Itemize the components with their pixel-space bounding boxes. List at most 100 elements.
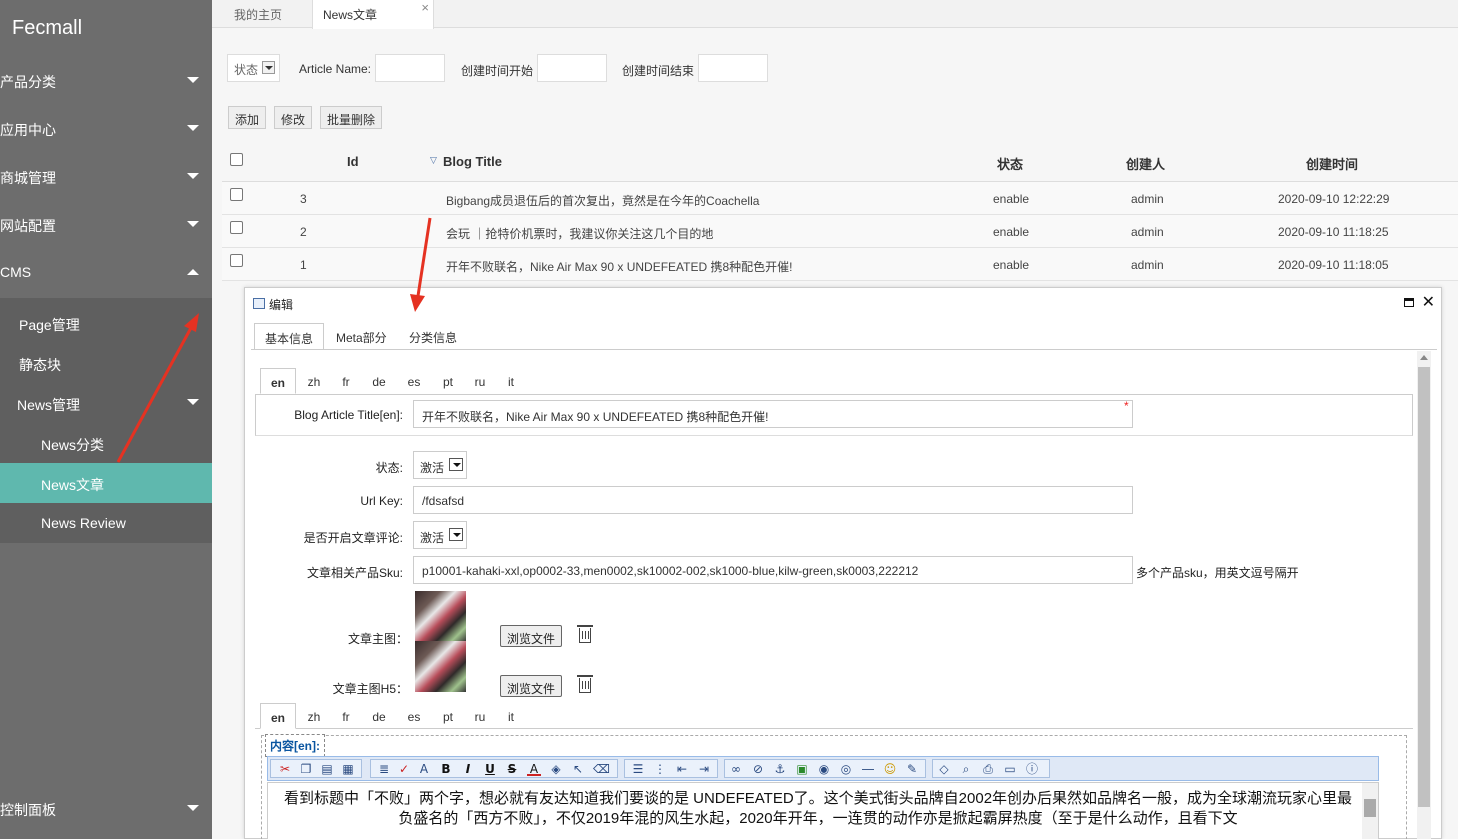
lang-tab-ru[interactable]: ru (468, 368, 492, 394)
created-start-input[interactable] (537, 54, 607, 82)
browse-file-h5-button[interactable]: 浏览文件 (500, 675, 563, 697)
flash-icon[interactable]: ◉ (817, 762, 831, 776)
image-upload-icon[interactable]: ▣ (795, 762, 809, 776)
lang-tab-it[interactable]: it (501, 703, 521, 729)
select-all-checkbox[interactable] (230, 153, 243, 166)
lang-tab-de[interactable]: de (367, 368, 391, 394)
lang-tab-de[interactable]: de (367, 703, 391, 729)
lang-tab-pt[interactable]: pt (436, 368, 460, 394)
indent-icon[interactable]: ⇥ (697, 762, 711, 776)
emoticon-icon[interactable]: ☺ (883, 762, 897, 776)
lang-tab-es[interactable]: es (402, 703, 426, 729)
link-icon[interactable]: ∞ (729, 762, 743, 776)
lang-tab-pt[interactable]: pt (436, 703, 460, 729)
sidebar-item-news-category[interactable]: News分类 (0, 423, 212, 463)
align-icon[interactable]: ☰ (631, 762, 645, 776)
highlight-icon[interactable]: ◈ (549, 762, 563, 776)
lang-tab-ru[interactable]: ru (468, 703, 492, 729)
lang-tab-fr[interactable]: fr (335, 703, 357, 729)
sidebar-item-static-block[interactable]: 静态块 (0, 343, 212, 383)
outdent-icon[interactable]: ⇤ (675, 762, 689, 776)
scroll-up-icon[interactable] (1420, 355, 1428, 360)
row-checkbox[interactable] (230, 188, 243, 201)
table-row[interactable]: 2 会玩 ｜抢特价机票时，我建议你关注这几个目的地 enable admin 2… (222, 215, 1458, 248)
sidebar-item-news-article[interactable]: News文章 (0, 463, 212, 503)
created-end-input[interactable] (698, 54, 768, 82)
column-header-creator[interactable]: 创建人 (1126, 154, 1165, 173)
column-header-id[interactable]: Id (347, 154, 359, 169)
status-filter-select[interactable]: 状态 (227, 54, 280, 82)
font-size-icon[interactable]: ≣ (377, 762, 391, 776)
trash-icon[interactable] (577, 675, 593, 693)
media-icon[interactable]: ◎ (839, 762, 853, 776)
comment-select[interactable]: 激活 (413, 521, 467, 549)
about-icon[interactable]: ⓘ (1025, 762, 1039, 776)
bold-icon[interactable]: B (439, 762, 453, 776)
italic-icon[interactable]: I (461, 762, 475, 776)
sidebar-item-page-management[interactable]: Page管理 (0, 303, 212, 343)
eraser-icon[interactable]: ⌫ (593, 762, 610, 776)
sidebar-item-news-review[interactable]: News Review (0, 503, 212, 543)
strikethrough-icon[interactable]: S (505, 762, 519, 776)
paste-icon[interactable]: ▤ (320, 762, 334, 776)
sidebar-item-control-panel[interactable]: 控制面板 (0, 785, 212, 833)
print-icon[interactable]: ⎙ (981, 762, 995, 776)
anchor-icon[interactable]: ⚓ (773, 762, 787, 776)
editor-scrollbar-thumb[interactable] (1364, 799, 1376, 817)
source-icon[interactable]: ◇ (937, 762, 951, 776)
row-checkbox[interactable] (230, 254, 243, 267)
content-editor[interactable]: 看到标题中「不败」两个字，想必就有友达知道我们要谈的是 UNDEFEATED了。… (267, 782, 1379, 839)
select-icon[interactable]: ↖ (571, 762, 585, 776)
sidebar-item-product-category[interactable]: 产品分类 (0, 57, 212, 105)
edit-button[interactable]: 修改 (274, 106, 313, 129)
sidebar-item-news-management[interactable]: News管理 (0, 383, 212, 423)
sidebar-item-cms[interactable]: CMS (0, 249, 212, 297)
cut-icon[interactable]: ✂ (278, 762, 292, 776)
unlink-icon[interactable]: ⊘ (751, 762, 765, 776)
lang-tab-zh[interactable]: zh (301, 703, 327, 729)
lang-tab-zh[interactable]: zh (301, 368, 327, 394)
url-key-input[interactable]: /fdsafsd (413, 486, 1133, 514)
title-input[interactable]: 开年不败联名，Nike Air Max 90 x UNDEFEATED 携8种配… (413, 400, 1133, 428)
close-icon[interactable]: × (421, 0, 429, 15)
tab-basic-info[interactable]: 基本信息 (254, 323, 325, 350)
row-checkbox[interactable] (230, 221, 243, 234)
status-select[interactable]: 激活 (413, 451, 467, 479)
lang-tab-es[interactable]: es (402, 368, 426, 394)
lang-tab-en[interactable]: en (260, 368, 296, 394)
lang-tab-en[interactable]: en (260, 703, 296, 729)
column-header-blog-title[interactable]: Blog Title (443, 154, 502, 169)
article-name-input[interactable] (375, 54, 445, 82)
browse-file-button[interactable]: 浏览文件 (500, 625, 563, 647)
add-button[interactable]: 添加 (228, 106, 267, 129)
tab-category-info[interactable]: 分类信息 (399, 323, 467, 350)
paste-word-icon[interactable]: ▦ (341, 762, 355, 776)
spellcheck-icon[interactable]: ✓ (397, 762, 411, 776)
tab-news-article[interactable]: News文章 × (312, 0, 434, 29)
maximize-icon[interactable] (1404, 298, 1414, 307)
trash-icon[interactable] (577, 625, 593, 643)
scrollbar[interactable] (1417, 351, 1431, 839)
tab-meta[interactable]: Meta部分 (326, 323, 397, 350)
table-row[interactable]: 3 Bigbang成员退伍后的首次复出，竟然是在今年的Coachella ena… (222, 182, 1458, 215)
sidebar-item-app-center[interactable]: 应用中心 (0, 105, 212, 153)
list-icon[interactable]: ⋮ (653, 762, 667, 776)
sku-input[interactable]: p10001-kahaki-xxl,op0002-33,men0002,sk10… (413, 556, 1133, 584)
preview-icon[interactable]: ⌕ (959, 762, 973, 776)
sort-desc-icon[interactable]: ▽ (430, 155, 437, 166)
lang-tab-it[interactable]: it (501, 368, 521, 394)
table-row[interactable]: 1 开年不败联名，Nike Air Max 90 x UNDEFEATED 携8… (222, 248, 1458, 281)
underline-icon[interactable]: U (483, 762, 497, 776)
sidebar-item-site-config[interactable]: 网站配置 (0, 201, 212, 249)
copy-icon[interactable]: ❐ (299, 762, 313, 776)
edit-html-icon[interactable]: ✎ (905, 762, 919, 776)
text-color-icon[interactable]: A (527, 762, 541, 776)
hr-icon[interactable]: ― (861, 762, 875, 776)
sidebar-item-mall-management[interactable]: 商城管理 (0, 153, 212, 201)
close-icon[interactable]: ✕ (1422, 292, 1435, 312)
fullscreen-icon[interactable]: ▭ (1003, 762, 1017, 776)
batch-delete-button[interactable]: 批量删除 (320, 106, 383, 129)
tab-home[interactable]: 我的主页 (234, 0, 282, 28)
brand-logo[interactable]: Fecmall (12, 17, 82, 40)
column-header-created[interactable]: 创建时间 (1306, 154, 1358, 173)
